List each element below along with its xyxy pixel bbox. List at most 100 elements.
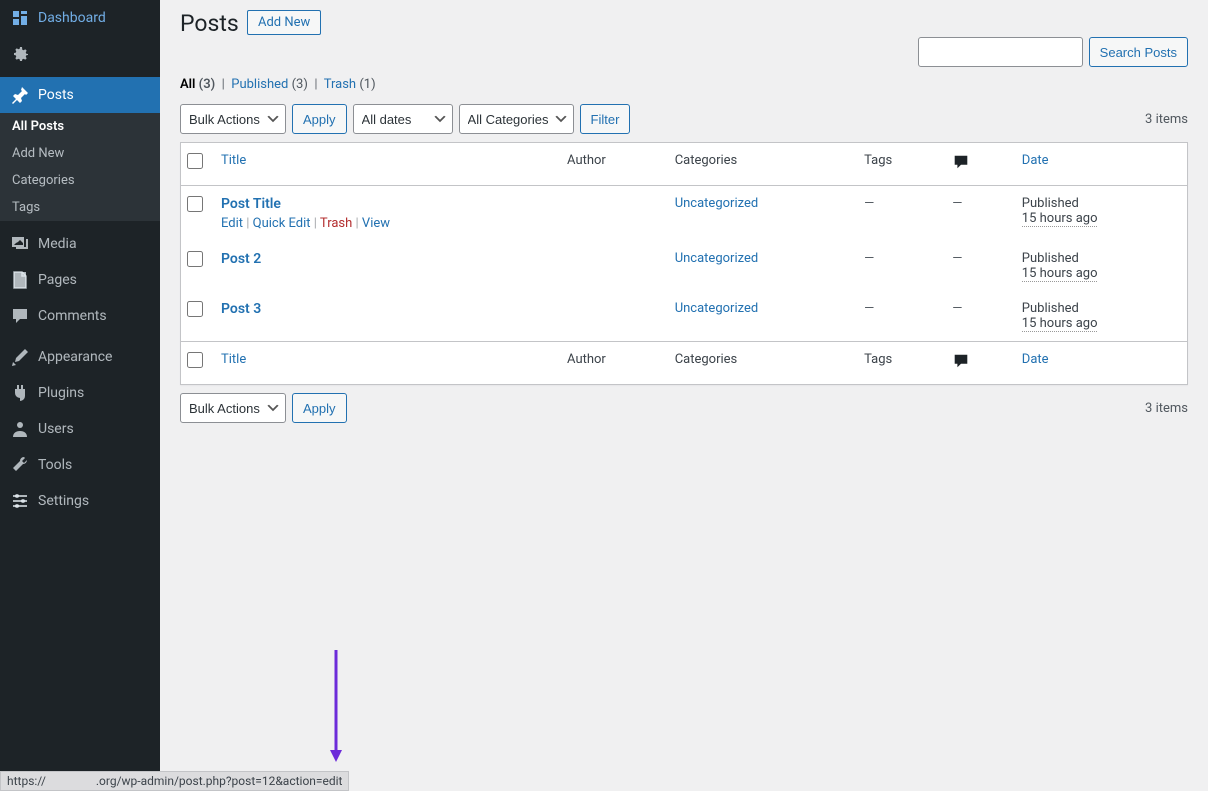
browser-status-bar: https:// .org/wp-admin/post.php?post=12&… xyxy=(0,771,349,791)
comments-cell: — xyxy=(942,291,1012,341)
col-author-foot: Author xyxy=(557,341,665,384)
item-count-bottom: 3 items xyxy=(1145,401,1188,416)
plug-icon xyxy=(10,383,30,403)
menu-plugins[interactable]: Plugins xyxy=(0,375,160,411)
menu-appearance[interactable]: Appearance xyxy=(0,339,160,375)
filter-button[interactable]: Filter xyxy=(580,104,631,134)
col-categories: Categories xyxy=(665,143,854,186)
menu-label: Posts xyxy=(38,87,74,103)
col-author: Author xyxy=(557,143,665,186)
status-url-suffix: .org/wp-admin/post.php?post=12&action=ed… xyxy=(96,774,343,788)
sliders-icon xyxy=(10,491,30,511)
tags-cell: — xyxy=(854,291,942,341)
category-link[interactable]: Uncategorized xyxy=(675,251,758,266)
submenu-tags[interactable]: Tags xyxy=(0,194,160,221)
page-icon xyxy=(10,270,30,290)
col-comments-foot xyxy=(942,341,1012,384)
item-count: 3 items xyxy=(1145,112,1188,127)
menu-label: Settings xyxy=(38,493,89,509)
col-title-foot[interactable]: Title xyxy=(211,341,557,384)
row-actions: Edit | Quick Edit | Trash | View xyxy=(221,216,547,231)
col-date-foot[interactable]: Date xyxy=(1012,341,1187,384)
comment-icon xyxy=(10,306,30,326)
comment-column-icon xyxy=(952,160,970,175)
row-checkbox[interactable] xyxy=(187,196,203,212)
menu-comments[interactable]: Comments xyxy=(0,298,160,334)
table-row: Post Title Edit | Quick Edit | Trash | V… xyxy=(181,186,1187,241)
bulk-actions-select-bottom[interactable]: Bulk Actions xyxy=(180,393,286,423)
menu-label: Users xyxy=(38,421,74,437)
comments-cell: — xyxy=(942,186,1012,241)
menu-media[interactable]: Media xyxy=(0,226,160,262)
category-link[interactable]: Uncategorized xyxy=(675,301,758,316)
comment-column-icon xyxy=(952,359,970,374)
menu-label: Comments xyxy=(38,308,107,324)
post-title-link[interactable]: Post 2 xyxy=(221,251,261,267)
row-checkbox[interactable] xyxy=(187,251,203,267)
posts-table: Title Author Categories Tags Date Post T… xyxy=(180,142,1188,385)
col-title[interactable]: Title xyxy=(211,143,557,186)
filter-all[interactable]: All (3) xyxy=(180,77,215,92)
col-date[interactable]: Date xyxy=(1012,143,1187,186)
brush-icon xyxy=(10,347,30,367)
search-posts-button[interactable]: Search Posts xyxy=(1089,37,1188,67)
menu-gear[interactable] xyxy=(0,36,160,72)
post-title-link[interactable]: Post 3 xyxy=(221,301,261,317)
select-all-checkbox-foot[interactable] xyxy=(187,352,203,368)
menu-pages[interactable]: Pages xyxy=(0,262,160,298)
menu-label: Dashboard xyxy=(38,10,106,26)
gear-icon xyxy=(10,44,30,64)
menu-label: Pages xyxy=(38,272,77,288)
select-all-checkbox[interactable] xyxy=(187,153,203,169)
category-link[interactable]: Uncategorized xyxy=(675,196,758,211)
apply-button-bottom[interactable]: Apply xyxy=(292,393,347,423)
media-icon xyxy=(10,234,30,254)
date-cell: Published15 hours ago xyxy=(1012,186,1187,241)
col-categories-foot: Categories xyxy=(665,341,854,384)
trash-link[interactable]: Trash xyxy=(320,216,352,231)
search-input[interactable] xyxy=(918,37,1083,67)
tablenav-top: Bulk Actions Apply All dates All Categor… xyxy=(180,104,1188,134)
comments-cell: — xyxy=(942,241,1012,291)
quick-edit-link[interactable]: Quick Edit xyxy=(253,216,311,231)
row-checkbox[interactable] xyxy=(187,301,203,317)
date-cell: Published15 hours ago xyxy=(1012,291,1187,341)
search-box: Search Posts xyxy=(180,37,1188,67)
user-icon xyxy=(10,419,30,439)
annotation-arrow xyxy=(330,650,350,765)
menu-label: Plugins xyxy=(38,385,84,401)
post-title-link[interactable]: Post Title xyxy=(221,196,281,212)
submenu-add-new[interactable]: Add New xyxy=(0,140,160,167)
tags-cell: — xyxy=(854,241,942,291)
submenu-categories[interactable]: Categories xyxy=(0,167,160,194)
dashboard-icon xyxy=(10,8,30,28)
pin-icon xyxy=(10,85,30,105)
post-status-filters: All (3) | Published (3) | Trash (1) xyxy=(180,77,1188,92)
wrench-icon xyxy=(10,455,30,475)
view-link[interactable]: View xyxy=(362,216,390,231)
posts-submenu: All Posts Add New Categories Tags xyxy=(0,113,160,221)
add-new-button[interactable]: Add New xyxy=(247,10,321,35)
main-content: Posts Add New Search Posts All (3) | Pub… xyxy=(160,0,1208,791)
page-title: Posts xyxy=(180,10,239,37)
menu-settings[interactable]: Settings xyxy=(0,483,160,519)
tablenav-bottom: Bulk Actions Apply 3 items xyxy=(180,393,1188,423)
menu-dashboard[interactable]: Dashboard xyxy=(0,0,160,36)
menu-tools[interactable]: Tools xyxy=(0,447,160,483)
menu-users[interactable]: Users xyxy=(0,411,160,447)
table-row: Post 3 Uncategorized — — Published15 hou… xyxy=(181,291,1187,341)
menu-label: Appearance xyxy=(38,349,112,365)
filter-published[interactable]: Published (3) xyxy=(231,77,308,92)
category-filter-select[interactable]: All Categories xyxy=(459,104,574,134)
author-cell xyxy=(557,291,665,341)
menu-posts[interactable]: Posts xyxy=(0,77,160,113)
date-filter-select[interactable]: All dates xyxy=(353,104,453,134)
submenu-all-posts[interactable]: All Posts xyxy=(0,113,160,140)
admin-sidebar: Dashboard Posts All Posts Add New Catego… xyxy=(0,0,160,791)
edit-link[interactable]: Edit xyxy=(221,216,243,231)
bulk-actions-select[interactable]: Bulk Actions xyxy=(180,104,286,134)
filter-trash[interactable]: Trash (1) xyxy=(324,77,376,92)
apply-button[interactable]: Apply xyxy=(292,104,347,134)
col-tags: Tags xyxy=(854,143,942,186)
author-cell xyxy=(557,241,665,291)
